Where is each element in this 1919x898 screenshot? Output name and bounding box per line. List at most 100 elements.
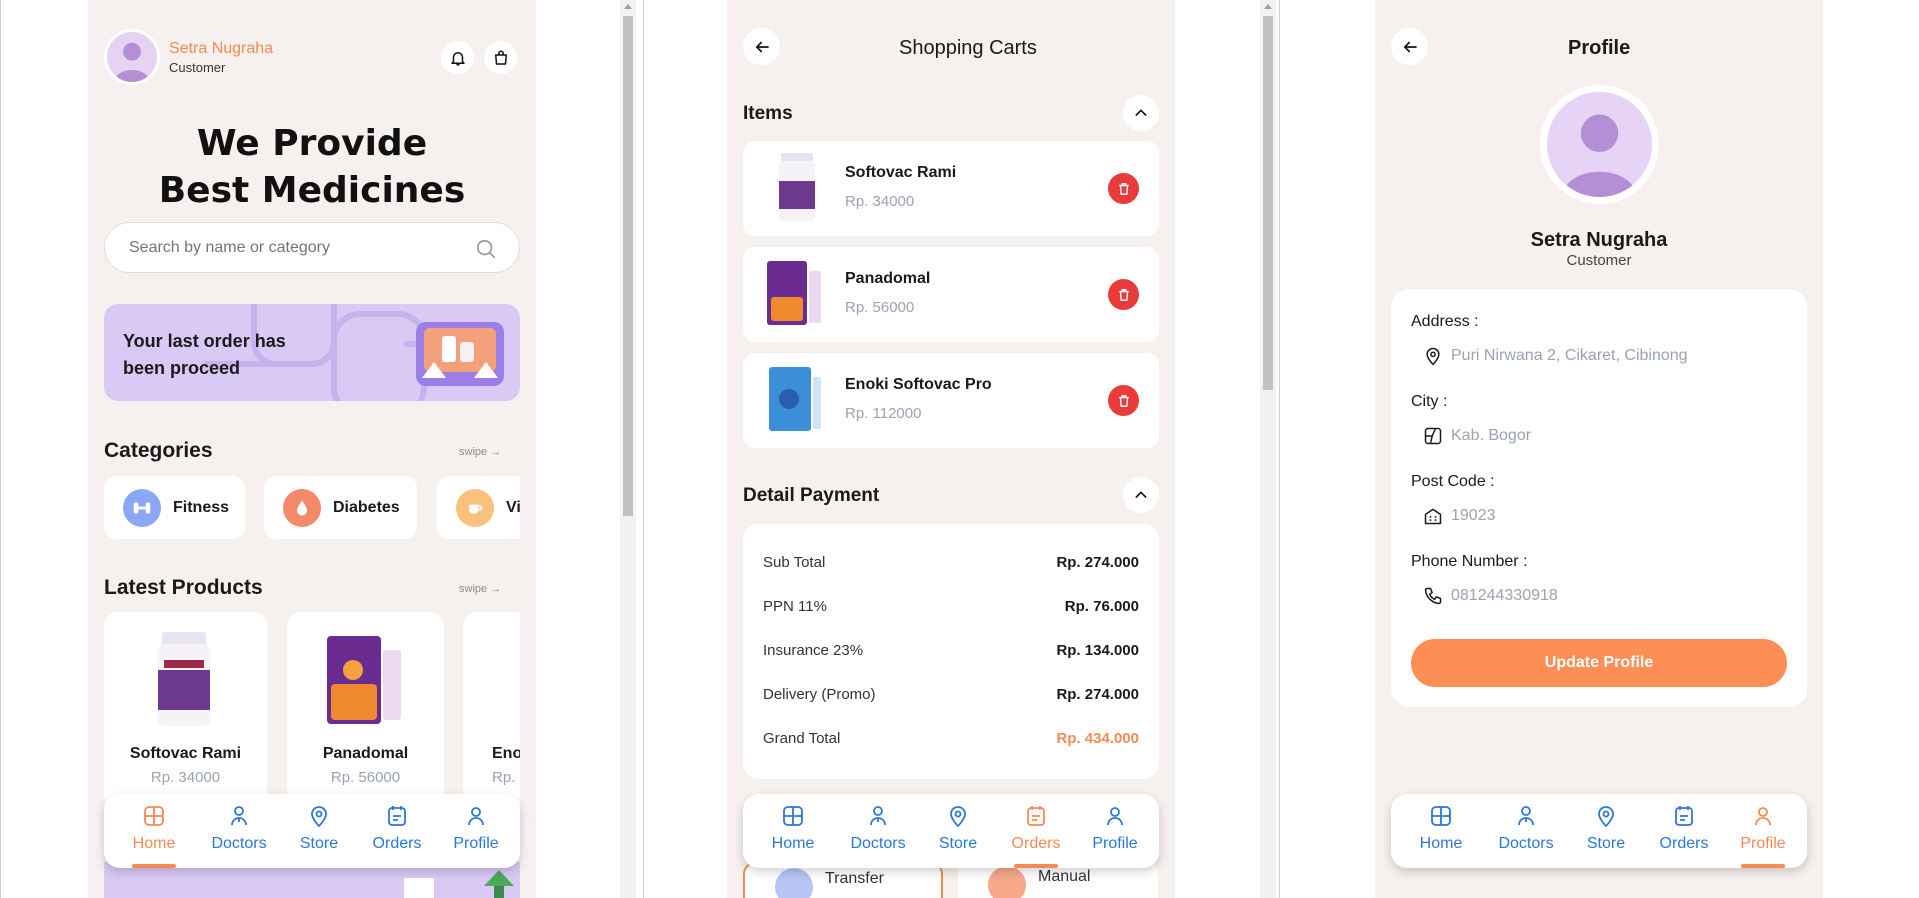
nav-store[interactable]: Store bbox=[1576, 794, 1636, 868]
nav-orders[interactable]: Orders bbox=[362, 794, 432, 868]
cart-item-name: Softovac Rami bbox=[845, 164, 957, 181]
update-profile-button[interactable]: Update Profile bbox=[1411, 639, 1787, 687]
nav-store[interactable]: Store bbox=[928, 794, 988, 868]
orders-icon bbox=[1675, 806, 1693, 826]
nav-doctors[interactable]: Doctors bbox=[843, 794, 913, 868]
product-box-image bbox=[767, 261, 821, 325]
nav-profile[interactable]: Profile bbox=[444, 794, 508, 868]
delete-button[interactable] bbox=[1108, 385, 1139, 416]
payment-value: Rp. 76.000 bbox=[1064, 598, 1139, 615]
nav-profile-label: Profile bbox=[1092, 835, 1138, 852]
active-indicator bbox=[1014, 864, 1058, 868]
trash-icon bbox=[1118, 394, 1129, 407]
product-card[interactable]: Panadomal Rp. 56000 bbox=[287, 612, 444, 812]
nav-orders[interactable]: Orders bbox=[1001, 794, 1071, 868]
delete-button[interactable] bbox=[1108, 173, 1139, 204]
nav-profile[interactable]: Profile bbox=[1083, 794, 1147, 868]
profile-name: Setra Nugraha bbox=[1530, 229, 1668, 251]
payment-value: Rp. 134.000 bbox=[1056, 642, 1139, 659]
phone-value[interactable]: 081244330918 bbox=[1451, 587, 1558, 605]
payment-row: Insurance 23% Rp. 134.000 bbox=[763, 642, 1139, 662]
trash-icon bbox=[1118, 182, 1129, 195]
product-price: Rp. bbox=[492, 769, 516, 786]
cart-item-price: Rp. 56000 bbox=[845, 299, 915, 316]
nav-profile[interactable]: Profile bbox=[1731, 794, 1795, 868]
payment-label: Delivery (Promo) bbox=[763, 686, 876, 703]
cart-button[interactable] bbox=[484, 41, 517, 74]
orders-icon bbox=[1027, 806, 1045, 826]
payment-row-total: Grand Total Rp. 434.000 bbox=[763, 730, 1139, 750]
address-label: Address : bbox=[1411, 313, 1479, 330]
page-title: Profile bbox=[1568, 37, 1631, 59]
payment-label: Insurance 23% bbox=[763, 642, 864, 659]
cart-item[interactable]: Softovac Rami Rp. 34000 bbox=[743, 141, 1159, 236]
category-label: Fitness bbox=[173, 498, 230, 516]
back-button[interactable] bbox=[1391, 28, 1428, 65]
profile-avatar[interactable] bbox=[1540, 85, 1659, 204]
avatar[interactable] bbox=[104, 29, 160, 85]
nav-doctors[interactable]: Doctors bbox=[204, 794, 274, 868]
building-icon bbox=[1424, 508, 1442, 525]
scrollbar-cart[interactable] bbox=[1260, 0, 1276, 898]
categories-swipe-hint[interactable]: swipe → bbox=[459, 446, 501, 458]
search-icon[interactable] bbox=[475, 238, 497, 260]
nav-doctors[interactable]: Doctors bbox=[1491, 794, 1561, 868]
address-value[interactable]: Puri Nirwana 2, Cikaret, Cibinong bbox=[1451, 347, 1688, 365]
nav-store-label: Store bbox=[299, 835, 339, 852]
avatar-person-icon bbox=[1562, 114, 1637, 197]
category-fitness[interactable]: Fitness bbox=[104, 476, 245, 539]
collapse-payment-button[interactable] bbox=[1123, 477, 1159, 513]
active-indicator bbox=[132, 864, 176, 868]
profile-icon bbox=[468, 807, 484, 826]
city-value[interactable]: Kab. Bogor bbox=[1451, 427, 1531, 445]
scroll-up-arrow[interactable] bbox=[1264, 4, 1272, 9]
drop-icon bbox=[283, 488, 321, 527]
last-order-banner[interactable]: Your last order has been proceed bbox=[104, 304, 520, 401]
postcode-value[interactable]: 19023 bbox=[1451, 507, 1496, 525]
category-diabetes[interactable]: Diabetes bbox=[264, 476, 417, 539]
collapse-items-button[interactable] bbox=[1123, 95, 1159, 131]
profile-details-card: Address : Puri Nirwana 2, Cikaret, Cibin… bbox=[1391, 289, 1807, 707]
cart-item[interactable]: Enoki Softovac Pro Rp. 112000 bbox=[743, 353, 1159, 448]
transfer-icon bbox=[775, 868, 813, 898]
nav-store[interactable]: Store bbox=[289, 794, 349, 868]
nav-home-label: Home bbox=[132, 835, 176, 852]
arrow-left-icon bbox=[1403, 41, 1417, 52]
cart-item-price: Rp. 34000 bbox=[845, 193, 915, 210]
items-title: Items bbox=[743, 103, 793, 124]
home-icon bbox=[1431, 806, 1451, 826]
bottom-nav: Home Doctors Store Orders Profile bbox=[104, 794, 520, 868]
bell-icon bbox=[450, 51, 465, 65]
categories-title: Categories bbox=[104, 439, 213, 462]
scroll-thumb[interactable] bbox=[1263, 16, 1273, 390]
dumbbell-icon bbox=[123, 488, 161, 527]
back-button[interactable] bbox=[743, 28, 780, 65]
delete-button[interactable] bbox=[1108, 279, 1139, 310]
product-card[interactable]: Softovac Rami Rp. 34000 bbox=[104, 612, 267, 812]
products-swipe-hint[interactable]: swipe → bbox=[459, 583, 501, 595]
notification-button[interactable] bbox=[441, 41, 474, 74]
arrow-left-icon bbox=[755, 41, 769, 52]
nav-profile-label: Profile bbox=[453, 835, 499, 852]
category-partial[interactable]: Vi bbox=[437, 476, 520, 539]
scroll-thumb[interactable] bbox=[623, 16, 633, 516]
nav-home[interactable]: Home bbox=[124, 794, 184, 868]
doctor-icon bbox=[870, 806, 886, 826]
profile-role: Customer bbox=[1566, 252, 1632, 269]
chevron-up-icon bbox=[1135, 109, 1147, 116]
bottom-nav: Home Doctors Store Orders Profile bbox=[1391, 794, 1807, 868]
city-label: City : bbox=[1411, 393, 1448, 410]
search-input[interactable] bbox=[129, 239, 459, 257]
cart-item[interactable]: Panadomal Rp. 56000 bbox=[743, 247, 1159, 342]
categories-swipe-label: swipe bbox=[459, 446, 488, 458]
products-swipe-label: swipe bbox=[459, 583, 488, 595]
nav-home[interactable]: Home bbox=[1411, 794, 1471, 868]
scroll-up-arrow[interactable] bbox=[624, 4, 632, 9]
payment-row: Sub Total Rp. 274.000 bbox=[763, 554, 1139, 574]
nav-home[interactable]: Home bbox=[763, 794, 823, 868]
scrollbar-home[interactable] bbox=[620, 0, 636, 898]
frame-divider-2 bbox=[1279, 0, 1280, 898]
product-card-partial[interactable]: Eno Rp. bbox=[463, 612, 520, 812]
nav-orders[interactable]: Orders bbox=[1649, 794, 1719, 868]
product-jar-image bbox=[779, 153, 815, 221]
